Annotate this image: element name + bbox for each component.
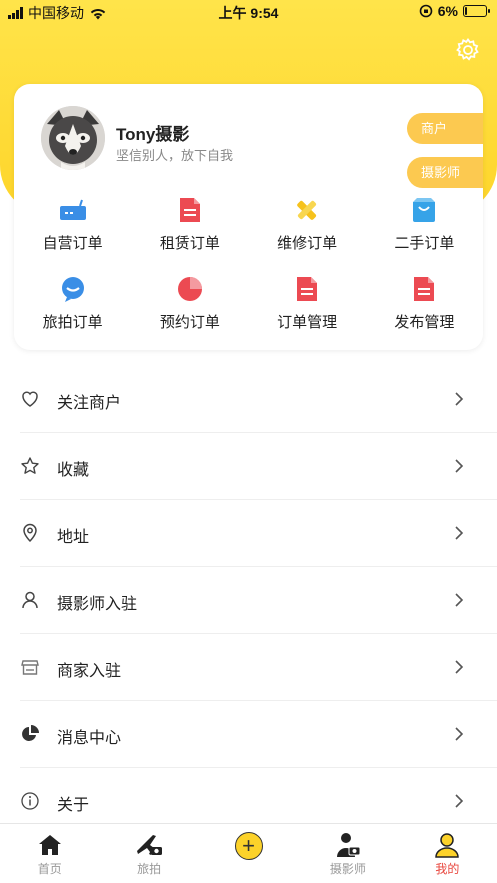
menu-label: 关注商户 [57,395,122,412]
document-icon [291,273,323,305]
order-label: 预约订单 [159,314,220,331]
order-label: 订单管理 [277,314,338,331]
order-label: 维修订单 [277,235,338,252]
router-icon [57,194,89,226]
settings-gear-icon[interactable] [455,37,481,63]
tab-label: 摄影师 [329,862,366,876]
menu-item-merchant-join[interactable]: 商家入驻 [0,634,497,701]
chevron-right-icon [455,794,464,808]
order-label: 租赁订单 [159,235,220,252]
order-rental[interactable]: 租赁订单 [131,194,248,253]
document-icon [408,273,440,305]
order-label: 旅拍订单 [42,314,103,331]
order-repair[interactable]: 维修订单 [249,194,366,253]
status-bar: 中国移动 上午 9:54 6% [0,0,497,24]
heart-icon [22,391,38,407]
settings-menu: 关注商户 收藏 地址 摄影师入驻 商家入驻 消息中心 关于 [0,366,497,835]
publish-management[interactable]: 发布管理 [366,273,483,332]
order-label: 二手订单 [394,235,455,252]
order-label: 发布管理 [394,314,455,331]
chevron-right-icon [455,593,464,607]
location-pin-icon [23,523,37,543]
husky-avatar-image [41,106,105,170]
pie-chart-icon [22,725,39,741]
menu-item-photographer-join[interactable]: 摄影师入驻 [0,567,497,634]
menu-item-message-center[interactable]: 消息中心 [0,701,497,768]
battery-icon [463,5,490,17]
chevron-right-icon [455,526,464,540]
menu-label: 关于 [57,797,90,814]
menu-label: 摄影师入驻 [57,596,138,613]
chevron-right-icon [455,660,464,674]
order-travel-photo[interactable]: 旅拍订单 [14,273,131,332]
profile-name: Tony摄影 [116,125,190,144]
tools-icon [291,194,323,226]
menu-label: 消息中心 [57,730,122,747]
menu-label: 地址 [57,529,90,546]
order-appointment[interactable]: 预约订单 [131,273,248,332]
orientation-lock-icon [419,4,433,18]
menu-item-followed-merchants[interactable]: 关注商户 [0,366,497,433]
order-secondhand[interactable]: 二手订单 [366,194,483,253]
photographer-icon [334,832,362,858]
battery-percent: 6% [437,3,458,19]
profile-card: Tony摄影 坚信别人，放下自我 商户 摄影师 自营订单 租赁订单 维修订单 二… [14,84,483,350]
tab-label: 旅拍 [137,862,162,876]
user-icon [22,591,38,609]
order-label: 自营订单 [42,235,103,252]
menu-item-address[interactable]: 地址 [0,500,497,567]
menu-label: 商家入驻 [57,663,122,680]
home-icon [36,832,64,858]
tab-label: 首页 [37,862,62,876]
merchant-role-button[interactable]: 商户 [407,113,483,144]
tab-label: 我的 [435,862,460,876]
order-grid: 自营订单 租赁订单 维修订单 二手订单 旅拍订单 预约订单 订单管理 发布管理 [14,194,483,332]
chat-bubble-icon [57,273,89,305]
tab-travel-photo[interactable]: 旅拍 [99,824,198,883]
star-icon [21,457,39,474]
tab-bar: 首页 旅拍 + 摄影师 我的 [0,823,497,883]
battery-fill [465,7,467,15]
info-icon [21,792,39,810]
tab-home[interactable]: 首页 [0,824,99,883]
chevron-right-icon [455,727,464,741]
store-icon [21,660,39,675]
profile-motto: 坚信别人，放下自我 [116,148,234,163]
avatar[interactable] [41,106,105,170]
chevron-right-icon [455,459,464,473]
status-right: 6% [419,3,490,19]
plus-icon: + [234,832,263,860]
photographer-role-button[interactable]: 摄影师 [407,157,483,188]
tab-photographer[interactable]: 摄影师 [298,824,397,883]
shopping-bag-icon [408,194,440,226]
chevron-right-icon [455,392,464,406]
plane-camera-icon [135,832,163,858]
profile-icon [433,832,461,858]
order-management[interactable]: 订单管理 [249,273,366,332]
tab-mine[interactable]: 我的 [398,824,497,883]
pie-chart-icon [174,273,206,305]
document-icon [174,194,206,226]
menu-label: 收藏 [57,462,90,479]
order-self-operated[interactable]: 自营订单 [14,194,131,253]
menu-item-favorites[interactable]: 收藏 [0,433,497,500]
tab-add[interactable]: + [199,824,298,883]
